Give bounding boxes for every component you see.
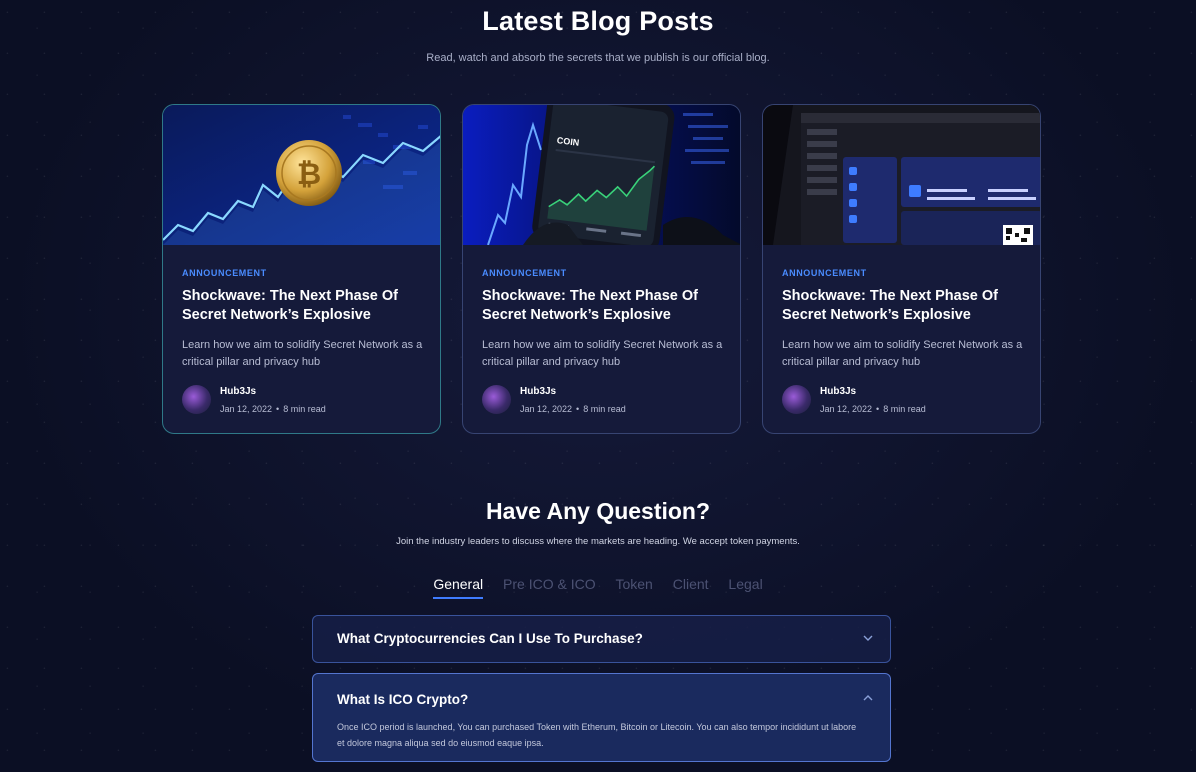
post-meta: Jan 12, 2022 • 8 min read [520, 404, 626, 414]
author-name: Hub3Js [520, 386, 557, 397]
post-read-time: 8 min read [583, 404, 626, 414]
faq-question[interactable]: What Is ICO Crypto? [337, 692, 468, 707]
avatar [182, 385, 211, 414]
post-date: Jan 12, 2022 [820, 404, 873, 414]
post-read-time: 8 min read [883, 404, 926, 414]
svg-text:₿: ₿ [297, 158, 321, 191]
post-meta: Jan 12, 2022 • 8 min read [220, 404, 326, 414]
faq-question[interactable]: What Cryptocurrencies Can I Use To Purch… [337, 631, 643, 646]
blog-card-list: ₿ ANNOUNCEMENT Shockwave: The Next Phase… [162, 104, 1043, 436]
post-category-tag: ANNOUNCEMENT [782, 268, 867, 278]
tab-general[interactable]: General [433, 576, 484, 599]
faq-section-title: Have Any Question? [485, 498, 711, 524]
avatar [482, 385, 511, 414]
post-title[interactable]: Shockwave: The Next Phase Of Secret Netw… [482, 287, 727, 325]
chevron-down-icon[interactable] [862, 632, 874, 644]
avatar [782, 385, 811, 414]
post-description: Learn how we aim to solidify Secret Netw… [482, 339, 723, 368]
faq-tabs: General Pre ICO & ICO Token Client Legal [0, 576, 1196, 599]
post-title[interactable]: Shockwave: The Next Phase Of Secret Netw… [782, 287, 1027, 325]
faq-item[interactable]: What Cryptocurrencies Can I Use To Purch… [312, 615, 891, 663]
post-category-tag: ANNOUNCEMENT [182, 268, 267, 278]
author-name: Hub3Js [820, 386, 857, 397]
faq-section-subtitle: Join the industry leaders to discuss whe… [396, 536, 800, 547]
blog-card-image[interactable]: COIN [463, 105, 740, 245]
blog-card[interactable]: COIN ANNOUNCEMENT Shockwave: The Next Ph… [462, 104, 741, 434]
faq-item[interactable]: What Is ICO Crypto? Once ICO period is l… [312, 673, 891, 762]
blog-card-image[interactable] [763, 105, 1040, 245]
tab-client[interactable]: Client [673, 576, 709, 597]
blog-card-image[interactable]: ₿ [163, 105, 440, 245]
post-description: Learn how we aim to solidify Secret Netw… [782, 339, 1023, 368]
blog-section-title: Latest Blog Posts [482, 6, 714, 36]
blog-card[interactable]: ₿ ANNOUNCEMENT Shockwave: The Next Phase… [162, 104, 441, 434]
post-meta: Jan 12, 2022 • 8 min read [820, 404, 926, 414]
author-name: Hub3Js [220, 386, 257, 397]
post-read-time: 8 min read [283, 404, 326, 414]
tab-pre-ico[interactable]: Pre ICO & ICO [503, 576, 596, 597]
tab-legal[interactable]: Legal [728, 576, 762, 597]
post-title[interactable]: Shockwave: The Next Phase Of Secret Netw… [182, 287, 427, 325]
chevron-up-icon[interactable] [862, 692, 874, 704]
blog-section-subtitle: Read, watch and absorb the secrets that … [426, 52, 770, 64]
post-date: Jan 12, 2022 [220, 404, 273, 414]
blog-card[interactable]: ANNOUNCEMENT Shockwave: The Next Phase O… [762, 104, 1041, 434]
post-date: Jan 12, 2022 [520, 404, 573, 414]
post-category-tag: ANNOUNCEMENT [482, 268, 567, 278]
tab-token[interactable]: Token [615, 576, 652, 597]
post-description: Learn how we aim to solidify Secret Netw… [182, 339, 423, 368]
faq-answer: Once ICO period is launched, You can pur… [337, 722, 857, 748]
